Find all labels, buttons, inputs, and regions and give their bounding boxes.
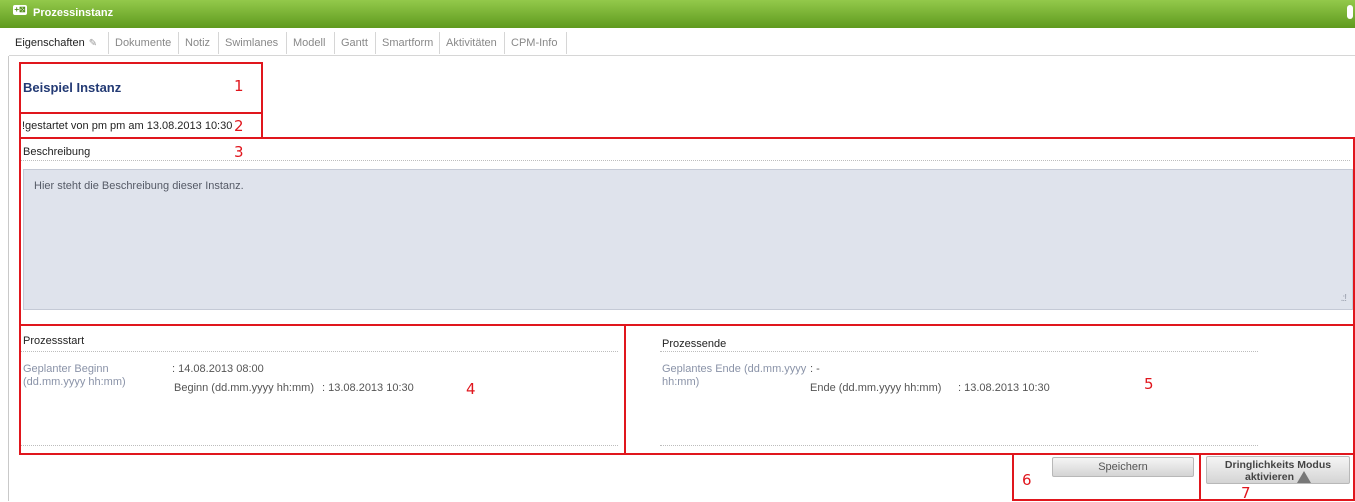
window-titlebar: +⊠ Prozessinstanz — [0, 0, 1355, 28]
divider — [660, 351, 1258, 352]
divider — [20, 351, 618, 352]
planned-start-label: Geplanter Beginn (dd.mm.yyyy hh:mm) — [23, 363, 126, 388]
annotation-number-2: 2 — [234, 117, 244, 135]
instance-title: Beispiel Instanz — [23, 80, 122, 95]
planned-end-value: : - — [810, 363, 820, 375]
process-instance-icon: +⊠ — [13, 5, 27, 15]
tab-dokumente[interactable]: Dokumente — [109, 32, 179, 54]
annotation-number-6: 6 — [1022, 471, 1032, 489]
description-text: Hier steht die Beschreibung dieser Insta… — [34, 180, 244, 192]
tab-modell[interactable]: Modell — [287, 32, 335, 54]
tab-notiz[interactable]: Notiz — [179, 32, 219, 54]
process-end-heading: Prozessende — [662, 338, 727, 350]
resize-handle-icon[interactable]: .:! — [1341, 293, 1347, 304]
warning-icon — [1297, 471, 1312, 484]
annotation-number-3: 3 — [234, 143, 244, 161]
window-title: Prozessinstanz — [33, 7, 114, 19]
started-by-text: !gestartet von pm pm am 13.08.2013 10:30 — [22, 120, 233, 132]
pin-icon[interactable]: ✎ — [89, 33, 97, 55]
description-label: Beschreibung — [23, 146, 91, 158]
urgency-mode-button[interactable]: Dringlichkeits Modus aktivieren — [1206, 456, 1350, 484]
description-textarea[interactable]: Hier steht die Beschreibung dieser Insta… — [23, 169, 1353, 310]
tab-aktivitaeten[interactable]: Aktivitäten — [440, 32, 505, 54]
tab-label: Eigenschaften — [15, 37, 85, 49]
tab-swimlanes[interactable]: Swimlanes — [219, 32, 287, 54]
tab-gantt[interactable]: Gantt — [335, 32, 376, 54]
tab-bar: Eigenschaften ✎ Dokumente Notiz Swimlanes… — [9, 32, 1355, 56]
urgency-label-line2: aktivieren — [1244, 471, 1295, 483]
actual-end-label: Ende (dd.mm.yyyy hh:mm) — [810, 382, 942, 394]
annotation-number-7: 7 — [1241, 484, 1251, 502]
tab-eigenschaften[interactable]: Eigenschaften ✎ — [9, 32, 109, 54]
actual-end-value: : 13.08.2013 10:30 — [958, 382, 1050, 394]
tab-cpm-info[interactable]: CPM-Info — [505, 32, 567, 54]
annotation-number-4: 4 — [466, 380, 476, 398]
planned-end-label: Geplantes Ende (dd.mm.yyyy hh:mm) — [662, 363, 807, 388]
tab-smartform[interactable]: Smartform — [376, 32, 440, 54]
urgency-label-line1: Dringlichkeits Modus — [1224, 459, 1332, 471]
divider — [20, 445, 618, 446]
save-button[interactable]: Speichern — [1052, 457, 1194, 477]
window-control-icon[interactable] — [1347, 5, 1353, 19]
annotation-number-5: 5 — [1144, 375, 1154, 393]
divider — [660, 445, 1258, 446]
actual-start-value: : 13.08.2013 10:30 — [322, 382, 414, 394]
actual-start-label: Beginn (dd.mm.yyyy hh:mm) — [174, 382, 314, 394]
annotation-number-1: 1 — [234, 77, 244, 95]
process-start-heading: Prozessstart — [23, 335, 85, 347]
planned-start-value: : 14.08.2013 08:00 — [172, 363, 264, 375]
divider — [20, 160, 1350, 161]
